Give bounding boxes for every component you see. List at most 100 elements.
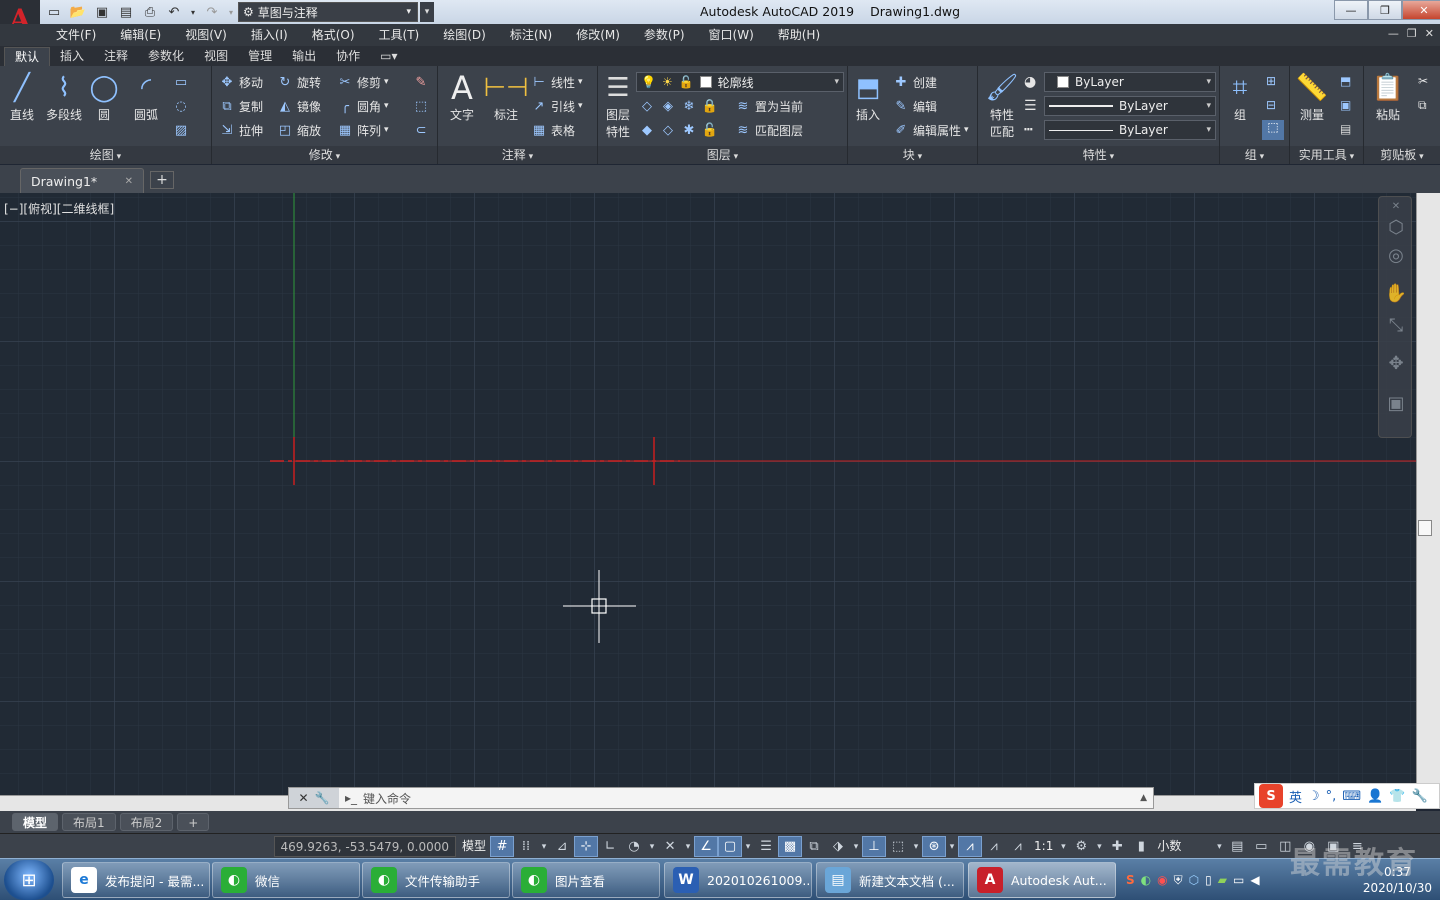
ime-language[interactable]: 英 [1289, 787, 1302, 806]
edit-attributes-button[interactable]: ✐ 编辑属性 ▾ [892, 120, 969, 140]
ribbon-options-icon[interactable]: ▭▾ [370, 47, 407, 66]
leader-button[interactable]: ↗ 引线 ▾ [530, 96, 583, 116]
taskbar-item[interactable]: e 发布提问 - 最需... [62, 862, 210, 898]
units-dropdown-icon[interactable]: ▾ [1213, 836, 1225, 857]
wrench-icon[interactable]: 🔧 [315, 791, 330, 805]
annotation-scale-icon[interactable]: ⩘ [1006, 836, 1030, 857]
pan-hand-icon[interactable]: ✋ [1379, 283, 1413, 304]
new-tab-button[interactable]: + [150, 171, 174, 189]
dynamic-input-icon[interactable]: ⊹ [574, 836, 599, 857]
rotate-button[interactable]: ↻ 旋转 [276, 72, 321, 92]
command-history-icon[interactable]: ▲ [1140, 793, 1147, 803]
stretch-button[interactable]: ⇲ 拉伸 [218, 120, 263, 140]
command-input[interactable]: 键入命令 [363, 790, 411, 807]
units-value[interactable]: 小数 [1153, 836, 1213, 857]
text-button[interactable]: A 文字 [442, 69, 482, 123]
modify-panel-title[interactable]: 修改 [212, 146, 437, 164]
create-block-button[interactable]: ✚ 创建 [892, 72, 937, 92]
menu-draw[interactable]: 绘图(D) [431, 24, 498, 46]
doc-tab-drawing1[interactable]: Drawing1* ✕ [20, 168, 144, 193]
fillet-button[interactable]: ╭ 圆角 ▾ [336, 96, 388, 116]
taskbar-item[interactable]: ◐ 文件传输助手 [362, 862, 510, 898]
auto-scale-icon[interactable]: ⩘ [982, 836, 1006, 857]
3d-osnap-dropdown-icon[interactable]: ▾ [850, 836, 862, 857]
lineweight-toggle-icon[interactable]: ☰ [754, 836, 778, 857]
annotation-panel-title[interactable]: 注释 [438, 146, 597, 164]
trim-button[interactable]: ✂ 修剪 ▾ [336, 72, 389, 92]
menu-file[interactable]: 文件(F) [44, 24, 108, 46]
polyline-button[interactable]: ⌇ 多段线 [42, 70, 86, 123]
open-folder-icon[interactable]: 📂 [68, 3, 88, 21]
menu-format[interactable]: 格式(O) [300, 24, 367, 46]
tab-layout2[interactable]: 布局2 [119, 813, 174, 831]
menu-dimension[interactable]: 标注(N) [498, 24, 564, 46]
network-icon[interactable]: ▯ [1205, 873, 1212, 887]
print-icon[interactable]: ⎙ [140, 3, 160, 21]
units-icon[interactable]: ▮ [1129, 836, 1153, 857]
wechat-tray-icon[interactable]: ◐ [1141, 873, 1151, 887]
menu-parametric[interactable]: 参数(P) [632, 24, 697, 46]
netease-icon[interactable]: ◉ [1157, 873, 1167, 887]
sogou-tray-icon[interactable]: S [1126, 873, 1135, 887]
minimize-button[interactable]: — [1334, 0, 1368, 20]
layer-properties-button[interactable]: ☰ 图层 特性 [598, 70, 638, 140]
color-wheel-icon[interactable]: ◕ [1024, 74, 1036, 90]
start-button[interactable]: ⊞ [4, 860, 54, 900]
color-dropdown[interactable]: ByLayer [1044, 72, 1216, 92]
cube-icon[interactable]: ⬡ [1189, 873, 1199, 887]
move-button[interactable]: ✥ 移动 [218, 72, 263, 92]
isodraft-icon[interactable]: ✕ [658, 836, 682, 857]
workspace-selector[interactable]: ⚙ 草图与注释 ▾ [238, 2, 418, 22]
shield-icon[interactable]: ⛨ [1174, 873, 1183, 888]
scale-dropdown-icon[interactable]: ▾ [1057, 836, 1069, 857]
group-button[interactable]: ⌗ 组 [1220, 70, 1260, 123]
menu-help[interactable]: 帮助(H) [766, 24, 832, 46]
erase-button[interactable]: ✎ [412, 72, 430, 92]
model-space-toggle[interactable]: 模型 [458, 836, 490, 857]
annotation-scale-value[interactable]: 1:1 [1030, 836, 1057, 857]
tab-output[interactable]: 输出 [282, 47, 326, 66]
annotation-visibility-icon[interactable]: ⩘ [958, 836, 983, 857]
menu-modify[interactable]: 修改(M) [564, 24, 632, 46]
offset-button[interactable]: ⊂ [412, 120, 430, 140]
measure-button[interactable]: 📏 测量 [1292, 70, 1332, 123]
arc-button[interactable]: ◜ 圆弧 [126, 70, 166, 123]
display-icon[interactable]: ▭ [1233, 873, 1244, 887]
copy-button[interactable]: ⧉ 复制 [218, 96, 263, 116]
3d-osnap-icon[interactable]: ⬗ [826, 836, 850, 857]
doc-close-icon[interactable]: ✕ [1425, 27, 1434, 40]
user-icon[interactable]: 👤 [1367, 789, 1383, 804]
polar-dropdown-icon[interactable]: ▾ [646, 836, 658, 857]
undo-icon[interactable]: ↶ [164, 3, 184, 21]
layer-dropdown[interactable]: 💡 ☀ 🔓 轮廓线 [636, 72, 844, 92]
settings-wrench-icon[interactable]: 🔧 [1411, 789, 1427, 804]
match-properties-button[interactable]: 🖌 特性 匹配 [982, 70, 1022, 140]
set-current-button[interactable]: ≋ 置为当前 [734, 96, 803, 116]
navbar-close-icon[interactable]: ✕ [1379, 201, 1413, 212]
save-as-icon[interactable]: ▤ [116, 3, 136, 21]
workspace-switch-icon[interactable]: ⚙ [1069, 836, 1093, 857]
infer-constraints-icon[interactable]: ⊿ [550, 836, 574, 857]
snap-icon[interactable]: ⁞⁞ [514, 836, 538, 857]
quick-select-icon[interactable]: ⬒ [1340, 74, 1351, 88]
array-button[interactable]: ▦ 阵列 ▾ [336, 120, 389, 140]
workspace-dropdown-icon[interactable]: ▾ [1093, 836, 1105, 857]
insert-block-button[interactable]: ⬒ 插入 [848, 70, 888, 123]
paste-button[interactable]: 📋 粘贴 [1368, 70, 1408, 123]
block-panel-title[interactable]: 块 [848, 146, 977, 164]
osnap-dropdown-icon[interactable]: ▾ [742, 836, 754, 857]
tab-collaborate[interactable]: 协作 [326, 47, 370, 66]
orbit-icon[interactable]: ✥ [1379, 353, 1413, 374]
showmotion-icon[interactable]: ▣ [1379, 393, 1413, 414]
save-icon[interactable]: ▣ [92, 3, 112, 21]
annotation-monitor-icon[interactable]: ✚ [1105, 836, 1129, 857]
restore-button[interactable]: ❐ [1368, 0, 1402, 20]
ungroup-icon[interactable]: ⊞ [1266, 74, 1276, 88]
linetype-dropdown[interactable]: ByLayer [1044, 120, 1216, 140]
explode-button[interactable]: ⬚ [412, 96, 430, 116]
gizmo-icon[interactable]: ⊛ [922, 836, 947, 857]
line-button[interactable]: ╱ 直线 [2, 70, 42, 123]
keyboard-icon[interactable]: ⌨ [1342, 789, 1361, 804]
tab-parametric[interactable]: 参数化 [138, 47, 194, 66]
moon-icon[interactable]: ☽ [1308, 789, 1320, 804]
